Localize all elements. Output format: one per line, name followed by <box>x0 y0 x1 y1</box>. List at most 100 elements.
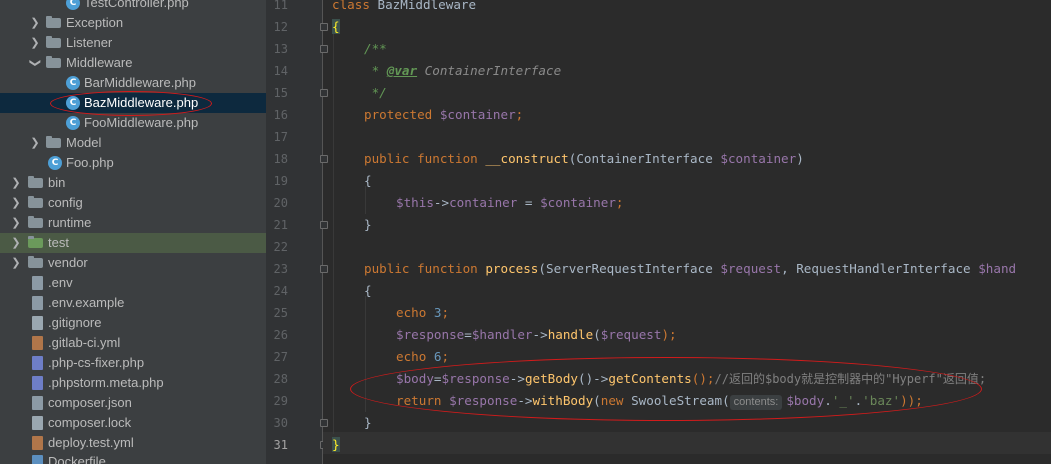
line-number: 12 <box>273 20 288 34</box>
line-number-current: 31 <box>273 438 288 452</box>
tree-item-php-cs-fixer[interactable]: .php-cs-fixer.php <box>0 353 266 373</box>
code-token: */ <box>364 85 387 100</box>
tree-item-testcontroller[interactable]: C TestController.php <box>0 0 266 13</box>
folder-icon <box>46 136 61 148</box>
chevron-right-icon[interactable]: ❯ <box>10 233 22 253</box>
code-token: )); <box>900 393 923 408</box>
line-number: 15 <box>273 86 288 100</box>
file-icon <box>32 276 43 290</box>
code-token: /** <box>364 41 387 56</box>
code-token: handle <box>547 327 594 342</box>
code-token: $this <box>396 195 434 210</box>
code-token: getContents <box>608 371 692 386</box>
code-token: return <box>396 393 442 408</box>
code-line: public function process(ServerRequestInt… <box>364 258 1016 280</box>
tree-item-env-example[interactable]: .env.example <box>0 293 266 313</box>
tree-item-config[interactable]: ❯ config <box>0 193 266 213</box>
line-number: 14 <box>273 64 288 78</box>
tree-item-composer-json[interactable]: composer.json <box>0 393 266 413</box>
php-file-icon <box>32 376 43 390</box>
line-number: 18 <box>273 152 288 166</box>
code-token: -> <box>517 393 533 408</box>
tree-item-foomiddleware[interactable]: C FooMiddleware.php <box>0 113 266 133</box>
chevron-right-icon[interactable]: ❯ <box>10 213 22 233</box>
indent-guide <box>333 30 334 434</box>
code-line: } <box>364 412 372 434</box>
code-token: ); <box>661 327 677 342</box>
indent-guide <box>365 296 366 412</box>
tree-item-gitlab-ci[interactable]: .gitlab-ci.yml <box>0 333 266 353</box>
parameter-hint: contents: <box>729 395 783 410</box>
line-number: 27 <box>273 350 288 364</box>
code-token: protected <box>364 107 433 122</box>
yml-file-icon <box>32 436 43 450</box>
code-token: (); <box>691 371 715 386</box>
code-token: public function <box>364 151 478 166</box>
code-token: $container <box>540 195 616 210</box>
code-token: . <box>824 393 832 408</box>
code-token: $request <box>600 327 662 342</box>
tree-item-deploy-test[interactable]: deploy.test.yml <box>0 433 266 453</box>
chevron-right-icon[interactable]: ❯ <box>10 193 22 213</box>
chevron-right-icon[interactable]: ❯ <box>29 13 41 33</box>
line-number: 22 <box>273 240 288 254</box>
chevron-right-icon[interactable]: ❯ <box>10 253 22 273</box>
code-token: container <box>449 195 518 210</box>
code-token: { <box>332 19 340 34</box>
folder-open-icon <box>46 56 61 68</box>
code-token: $container <box>432 107 516 122</box>
yml-file-icon <box>32 336 43 350</box>
chevron-right-icon[interactable]: ❯ <box>29 133 41 153</box>
code-token: ; <box>615 195 624 210</box>
code-token: $body <box>396 371 434 386</box>
tree-item-test[interactable]: ❯ test <box>0 233 266 253</box>
code-line: $response=$handler->handle($request); <box>396 324 677 346</box>
tree-item-vendor[interactable]: ❯ vendor <box>0 253 266 273</box>
docker-file-icon <box>32 455 43 464</box>
tree-item-env[interactable]: .env <box>0 273 266 293</box>
line-number: 17 <box>273 130 288 144</box>
code-token: { <box>364 173 372 188</box>
tree-item-exception[interactable]: ❯ Exception <box>0 13 266 33</box>
tree-item-gitignore[interactable]: .gitignore <box>0 313 266 333</box>
tree-item-model[interactable]: ❯ Model <box>0 133 266 153</box>
chevron-down-icon[interactable]: ❯ <box>25 57 45 69</box>
file-icon <box>32 416 43 430</box>
code-line: { <box>364 280 372 302</box>
code-token: ()-> <box>578 371 609 386</box>
tree-item-bin[interactable]: ❯ bin <box>0 173 266 193</box>
php-class-icon: C <box>66 0 80 10</box>
code-token: } <box>364 415 372 430</box>
tree-item-bazmiddleware[interactable]: C BazMiddleware.php <box>0 93 266 113</box>
code-token: -> <box>433 195 450 210</box>
tree-item-dockerfile[interactable]: Dockerfile <box>0 452 266 464</box>
code-line: class BazMiddleware <box>332 0 476 16</box>
tree-item-foo[interactable]: C Foo.php <box>0 153 266 173</box>
chevron-right-icon[interactable]: ❯ <box>29 33 41 53</box>
tree-item-composer-lock[interactable]: composer.lock <box>0 413 266 433</box>
folder-icon <box>28 256 43 268</box>
tree-item-middleware[interactable]: ❯ Middleware <box>0 53 266 73</box>
tree-item-phpstorm-meta[interactable]: .phpstorm.meta.php <box>0 373 266 393</box>
php-class-icon: C <box>66 96 80 110</box>
code-token: -> <box>532 327 548 342</box>
chevron-right-icon[interactable]: ❯ <box>10 173 22 193</box>
folder-icon <box>28 216 43 228</box>
folder-icon <box>28 196 43 208</box>
json-file-icon <box>32 396 43 410</box>
tree-item-barmiddleware[interactable]: C BarMiddleware.php <box>0 73 266 93</box>
code-line: public function __construct(ContainerInt… <box>364 148 804 170</box>
tree-item-listener[interactable]: ❯ Listener <box>0 33 266 53</box>
code-line: /** <box>364 38 387 60</box>
code-editor[interactable]: class BazMiddleware { /** * @var Contain… <box>323 0 1051 464</box>
code-token: $request <box>720 261 782 276</box>
code-token: new <box>600 393 624 408</box>
code-line: } <box>332 434 340 456</box>
line-number: 13 <box>273 42 288 56</box>
tree-item-runtime[interactable]: ❯ runtime <box>0 213 266 233</box>
line-number: 21 <box>273 218 288 232</box>
code-line: } <box>364 214 372 236</box>
code-token: $response <box>396 327 465 342</box>
file-icon <box>32 296 43 310</box>
code-token: 6 <box>426 349 442 364</box>
